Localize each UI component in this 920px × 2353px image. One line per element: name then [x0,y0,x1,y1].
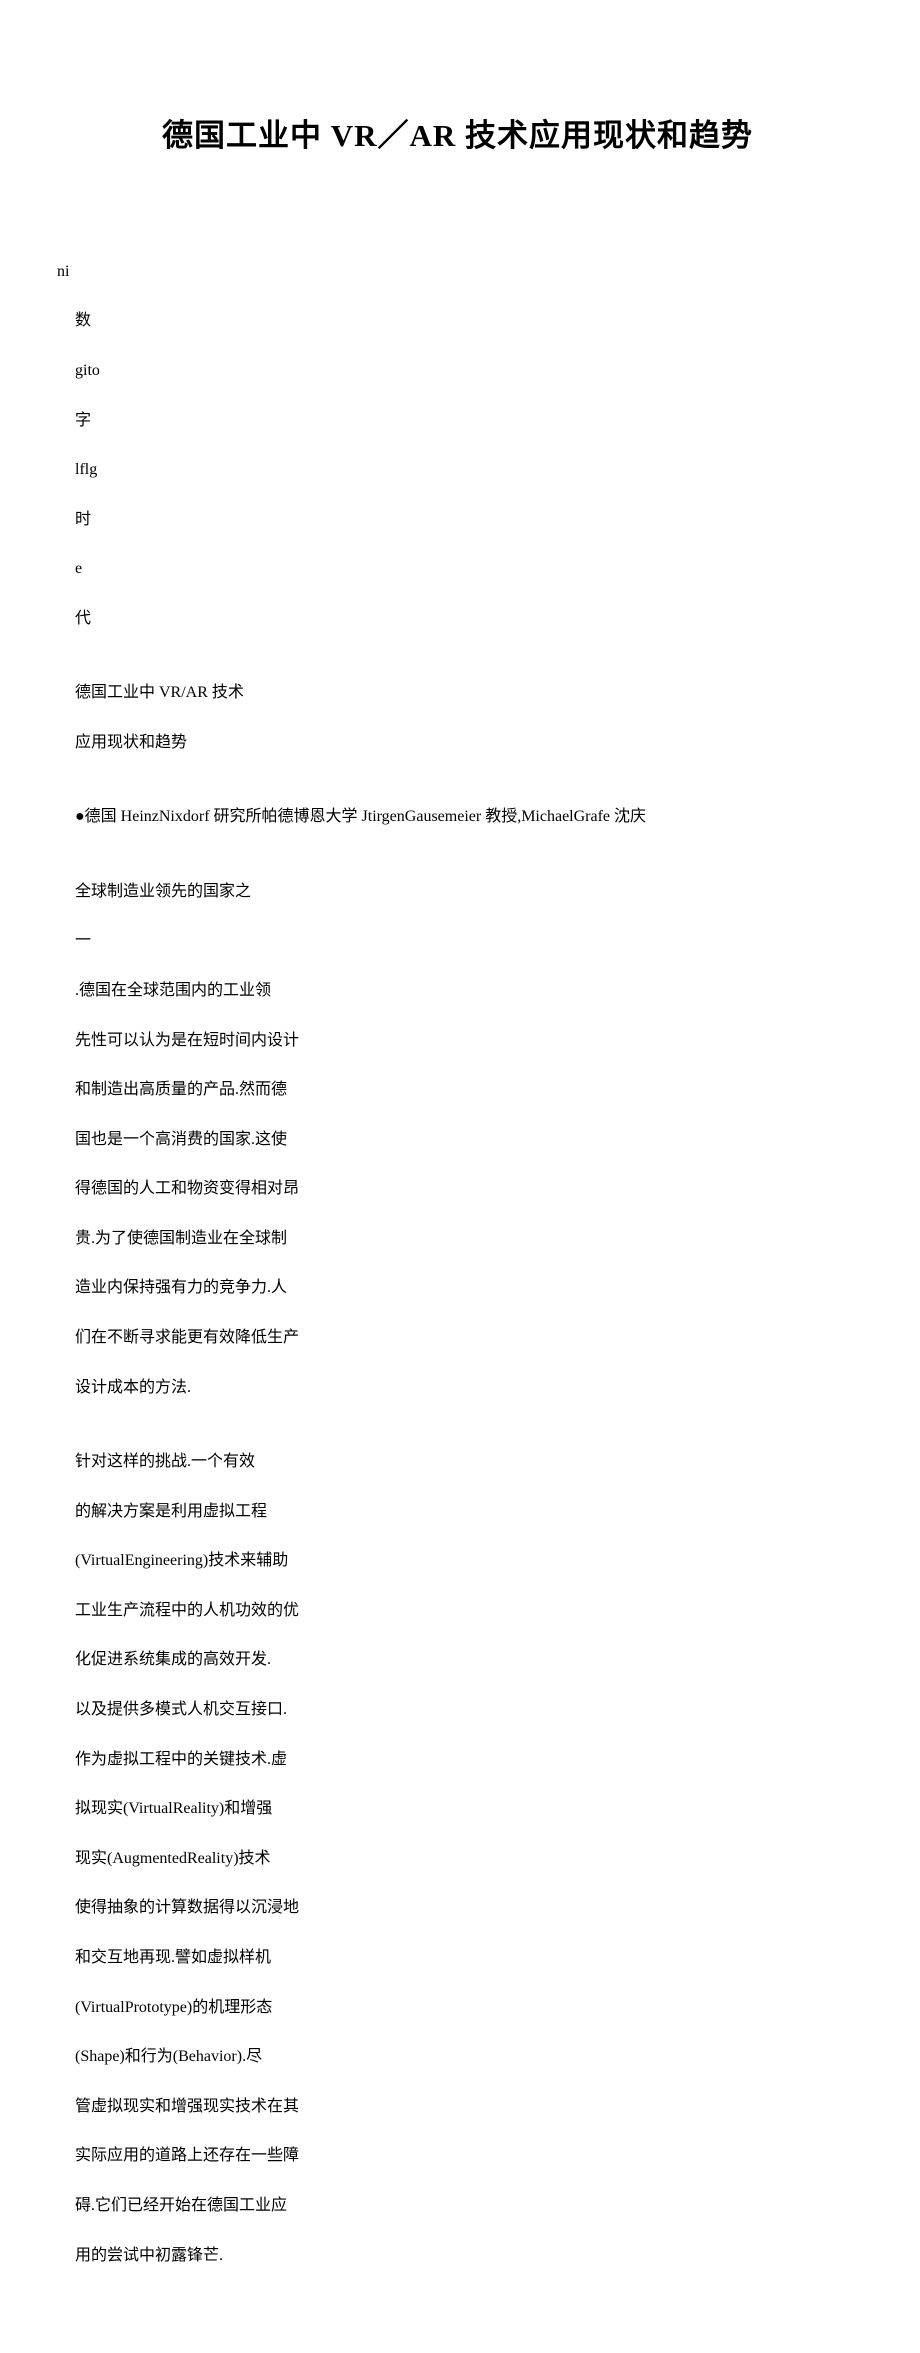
para-line: 针对这样的挑战.一个有效 [75,1450,840,1475]
para-line: 的解决方案是利用虚拟工程 [75,1500,840,1525]
para-line: (Shape)和行为(Behavior).尽 [75,2045,840,2070]
byline: ●德国 HeinzNixdorf 研究所帕德博恩大学 JtirgenGausem… [75,805,840,830]
para-line: 贵.为了使德国制造业在全球制 [75,1227,840,1252]
pre-line: lflg [75,458,840,483]
para-line: 全球制造业领先的国家之 [75,880,840,905]
topic-line: 德国工业中 VR/AR 技术 [75,681,840,706]
pre-line: 时 [75,508,840,533]
para-line: 实际应用的道路上还存在一些障 [75,2144,840,2169]
pre-line: 数 [75,309,840,334]
para-line: 设计成本的方法. [75,1376,840,1401]
para-line: (VirtualPrototype)的机理形态 [75,1996,840,2021]
para-line: 先性可以认为是在短时间内设计 [75,1029,840,1054]
para-line: 造业内保持强有力的竞争力.人 [75,1276,840,1301]
pre-line: 代 [75,607,840,632]
para-line: 国也是一个高消费的国家.这使 [75,1128,840,1153]
para-line: 工业生产流程中的人机功效的优 [75,1599,840,1624]
pre-line: 字 [75,409,840,434]
page-title: 德国工业中 VR／AR 技术应用现状和趋势 [75,110,840,155]
para-line: 以及提供多模式人机交互接口. [75,1698,840,1723]
para-line: 拟现实(VirtualReality)和增强 [75,1797,840,1822]
para-line: 们在不断寻求能更有效降低生产 [75,1326,840,1351]
topic-line: 应用现状和趋势 [75,731,840,756]
pre-line: e [75,557,840,582]
pre-line: gito [75,359,840,384]
para-line: (VirtualEngineering)技术来辅助 [75,1549,840,1574]
para-line: 作为虚拟工程中的关键技术.虚 [75,1748,840,1773]
para-line: 和制造出高质量的产品.然而德 [75,1078,840,1103]
pre-fragment-block: ni [57,235,840,285]
para-line: 用的尝试中初露锋芒. [75,2244,840,2269]
para-line: 管虚拟现实和增强现实技术在其 [75,2095,840,2120]
para-line: .德国在全球范围内的工业领 [75,979,840,1004]
para-line: 使得抽象的计算数据得以沉浸地 [75,1896,840,1921]
para-line: 化促进系统集成的高效开发. [75,1648,840,1673]
para-line: 得德国的人工和物资变得相对昂 [75,1177,840,1202]
para-line: 和交互地再现.譬如虚拟样机 [75,1946,840,1971]
para-line: 一 [75,929,840,954]
body-column: 数 gito 字 lflg 时 e 代 德国工业中 VR/AR 技术 应用现状和… [75,285,840,2294]
para-line: 碍.它们已经开始在德国工业应 [75,2194,840,2219]
para-line: 现实(AugmentedReality)技术 [75,1847,840,1872]
pre-line: ni [57,263,69,280]
